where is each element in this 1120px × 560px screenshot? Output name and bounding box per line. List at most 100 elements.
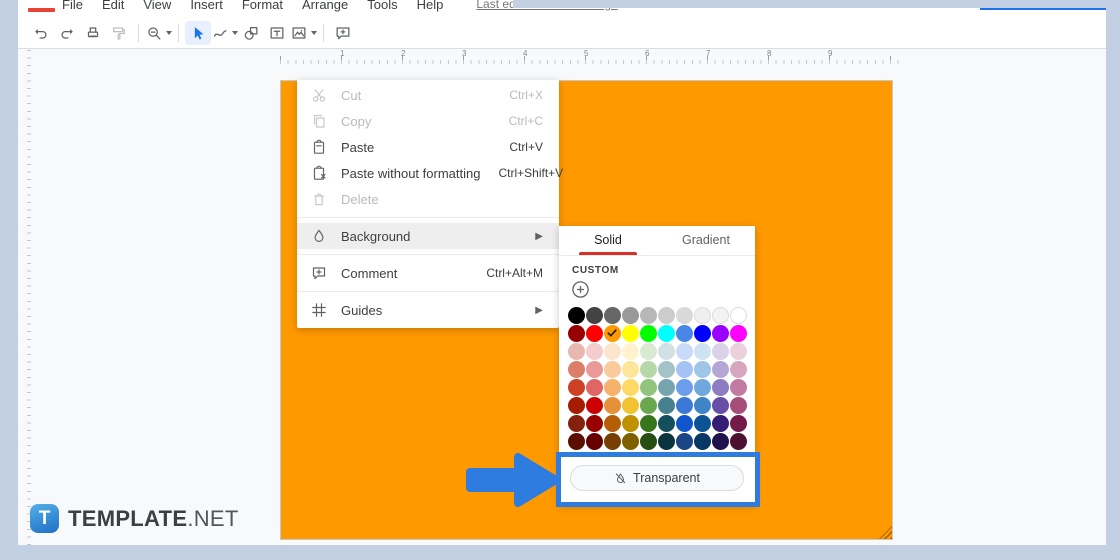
color-swatch[interactable] bbox=[604, 397, 621, 414]
color-swatch[interactable] bbox=[730, 325, 747, 342]
image-button[interactable] bbox=[290, 21, 317, 45]
color-swatch[interactable] bbox=[640, 433, 657, 450]
color-swatch[interactable] bbox=[640, 379, 657, 396]
color-swatch[interactable] bbox=[658, 379, 675, 396]
menu-tools[interactable]: Tools bbox=[367, 0, 397, 12]
context-menu-item-paste[interactable]: PasteCtrl+V bbox=[297, 134, 559, 160]
color-swatch[interactable] bbox=[586, 343, 603, 360]
text-box-button[interactable] bbox=[264, 21, 290, 45]
print-button[interactable] bbox=[80, 21, 106, 45]
color-swatch[interactable] bbox=[640, 325, 657, 342]
color-swatch[interactable] bbox=[604, 433, 621, 450]
color-swatch[interactable] bbox=[622, 307, 639, 324]
color-swatch[interactable] bbox=[712, 379, 729, 396]
context-menu-item-paste-without-formatting[interactable]: Paste without formattingCtrl+Shift+V bbox=[297, 160, 559, 186]
context-menu-item-comment[interactable]: CommentCtrl+Alt+M bbox=[297, 260, 559, 286]
menu-file[interactable]: File bbox=[62, 0, 83, 12]
color-swatch[interactable] bbox=[676, 415, 693, 432]
canvas-resize-grip[interactable] bbox=[879, 526, 892, 539]
color-swatch[interactable] bbox=[586, 433, 603, 450]
context-menu-item-background[interactable]: Background▶ bbox=[297, 223, 559, 249]
tab-gradient[interactable]: Gradient bbox=[657, 226, 755, 255]
color-swatch[interactable] bbox=[640, 343, 657, 360]
color-swatch[interactable] bbox=[604, 361, 621, 378]
color-swatch[interactable] bbox=[640, 397, 657, 414]
color-swatch[interactable] bbox=[712, 361, 729, 378]
color-swatch[interactable] bbox=[622, 415, 639, 432]
color-swatch[interactable] bbox=[622, 397, 639, 414]
menu-edit[interactable]: Edit bbox=[102, 0, 124, 12]
color-swatch[interactable] bbox=[640, 415, 657, 432]
color-swatch[interactable] bbox=[730, 433, 747, 450]
tab-solid[interactable]: Solid bbox=[559, 226, 657, 255]
transparent-button[interactable]: Transparent bbox=[570, 465, 744, 491]
color-swatch[interactable] bbox=[730, 343, 747, 360]
color-swatch[interactable] bbox=[694, 307, 711, 324]
color-swatch[interactable] bbox=[676, 343, 693, 360]
color-swatch[interactable] bbox=[586, 379, 603, 396]
color-swatch[interactable] bbox=[604, 379, 621, 396]
color-swatch[interactable] bbox=[676, 307, 693, 324]
paint-format-button[interactable] bbox=[106, 21, 132, 45]
color-swatch[interactable] bbox=[658, 325, 675, 342]
color-swatch[interactable] bbox=[730, 415, 747, 432]
color-swatch[interactable] bbox=[622, 343, 639, 360]
color-swatch[interactable] bbox=[586, 361, 603, 378]
color-swatch[interactable] bbox=[730, 361, 747, 378]
color-swatch[interactable] bbox=[568, 307, 585, 324]
color-swatch[interactable] bbox=[658, 307, 675, 324]
color-swatch[interactable] bbox=[622, 379, 639, 396]
color-swatch[interactable] bbox=[604, 343, 621, 360]
color-swatch-selected[interactable] bbox=[604, 325, 621, 342]
color-swatch[interactable] bbox=[694, 379, 711, 396]
add-custom-color-icon[interactable] bbox=[571, 280, 590, 299]
dropdown-caret-icon[interactable] bbox=[311, 31, 317, 35]
color-swatch[interactable] bbox=[568, 397, 585, 414]
color-swatch[interactable] bbox=[586, 307, 603, 324]
color-swatch[interactable] bbox=[604, 307, 621, 324]
color-swatch[interactable] bbox=[568, 343, 585, 360]
zoom-button[interactable] bbox=[145, 21, 172, 45]
color-swatch[interactable] bbox=[712, 415, 729, 432]
color-swatch[interactable] bbox=[658, 433, 675, 450]
color-swatch[interactable] bbox=[586, 325, 603, 342]
color-swatch[interactable] bbox=[658, 343, 675, 360]
color-swatch[interactable] bbox=[622, 361, 639, 378]
color-swatch[interactable] bbox=[640, 361, 657, 378]
color-swatch[interactable] bbox=[568, 325, 585, 342]
color-swatch[interactable] bbox=[676, 397, 693, 414]
color-swatch[interactable] bbox=[658, 397, 675, 414]
color-swatch[interactable] bbox=[712, 397, 729, 414]
color-swatch[interactable] bbox=[676, 361, 693, 378]
menu-format[interactable]: Format bbox=[242, 0, 283, 12]
color-swatch[interactable] bbox=[568, 433, 585, 450]
color-swatch[interactable] bbox=[694, 343, 711, 360]
color-swatch[interactable] bbox=[622, 325, 639, 342]
color-swatch[interactable] bbox=[694, 325, 711, 342]
color-swatch[interactable] bbox=[568, 379, 585, 396]
color-swatch[interactable] bbox=[586, 397, 603, 414]
color-swatch[interactable] bbox=[712, 433, 729, 450]
dropdown-caret-icon[interactable] bbox=[166, 31, 172, 35]
menu-arrange[interactable]: Arrange bbox=[302, 0, 348, 12]
color-swatch[interactable] bbox=[694, 433, 711, 450]
color-swatch[interactable] bbox=[712, 343, 729, 360]
undo-button[interactable] bbox=[28, 21, 54, 45]
menu-view[interactable]: View bbox=[143, 0, 171, 12]
color-swatch[interactable] bbox=[586, 415, 603, 432]
context-menu-item-guides[interactable]: Guides▶ bbox=[297, 297, 559, 323]
color-swatch[interactable] bbox=[568, 415, 585, 432]
color-swatch[interactable] bbox=[622, 433, 639, 450]
color-swatch[interactable] bbox=[676, 433, 693, 450]
line-button[interactable] bbox=[211, 21, 238, 45]
color-swatch[interactable] bbox=[712, 325, 729, 342]
color-swatch[interactable] bbox=[730, 307, 747, 324]
color-swatch[interactable] bbox=[694, 397, 711, 414]
menu-help[interactable]: Help bbox=[417, 0, 444, 12]
color-swatch[interactable] bbox=[658, 415, 675, 432]
comment-button[interactable] bbox=[330, 21, 356, 45]
color-swatch[interactable] bbox=[712, 307, 729, 324]
shape-button[interactable] bbox=[238, 21, 264, 45]
select-button[interactable] bbox=[185, 21, 211, 45]
color-swatch[interactable] bbox=[640, 307, 657, 324]
